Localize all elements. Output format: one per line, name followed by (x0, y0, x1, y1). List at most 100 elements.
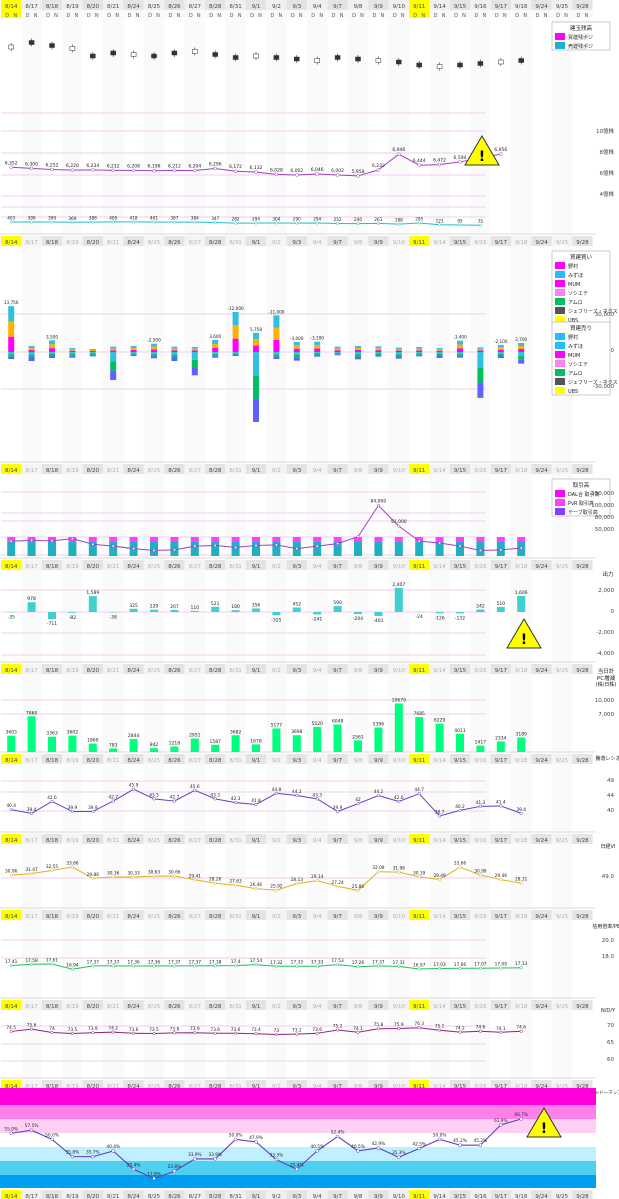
pc-bar (150, 748, 158, 752)
series-label: 76.3 (414, 1021, 424, 1027)
sell-position-label: 384 (191, 216, 199, 221)
series-label: 40.2 (455, 804, 465, 810)
date-label: 8/19 (66, 1194, 79, 1199)
candle-body (49, 43, 55, 48)
broker-sell-bar (232, 353, 239, 355)
dn-cell (184, 10, 205, 18)
candle-body (273, 55, 280, 60)
series-label: 17.03 (433, 962, 446, 968)
date-label: 8/24 (127, 1004, 140, 1010)
date-label: 9/17 (495, 468, 508, 474)
date-label: 8/20 (87, 1194, 100, 1199)
broker-sell-bar (375, 353, 382, 356)
output-label: 180 (231, 604, 240, 610)
shadow-label: 33.9% (188, 1152, 202, 1158)
volume-bar-top (435, 537, 444, 542)
date-label: 8/24 (127, 914, 140, 920)
series-label: 16.97 (413, 962, 426, 968)
candle-body (477, 61, 484, 66)
date-label: 8/28 (209, 1004, 222, 1010)
legend-swatch (555, 262, 565, 269)
shadow-label: 33.9% (208, 1152, 222, 1158)
series-label: 17.53 (331, 958, 344, 964)
output-label: -132 (455, 615, 465, 621)
broker-buy-bar (334, 348, 341, 351)
date-label: 9/8 (354, 1194, 363, 1199)
date-label: 8/25 (148, 4, 161, 10)
date-label: 9/18 (515, 4, 528, 10)
broker-sell-bar (273, 352, 280, 355)
volume-bar (313, 542, 322, 556)
sell-position-point (9, 220, 13, 224)
legend-label: アムロ (568, 300, 583, 306)
series-label: 17.58 (25, 958, 38, 964)
date-label: 9/1 (252, 914, 261, 920)
volume-bar (27, 542, 36, 556)
candle-body (28, 40, 35, 45)
date-label: 9/10 (393, 4, 406, 10)
broker-buy-bar (28, 350, 35, 352)
date-label: 8/26 (168, 758, 181, 764)
volume-bar (456, 542, 464, 556)
series-label: 25.86 (352, 884, 365, 890)
day-label: D (209, 13, 213, 19)
date-label: 8/21 (107, 4, 119, 10)
output-bar (292, 607, 301, 612)
date-label: 9/17 (495, 1004, 508, 1010)
broker-sell-bar (477, 352, 484, 368)
date-label: 9/3 (292, 564, 301, 570)
dn-cell (449, 10, 471, 18)
date-label: 8/14 (5, 668, 18, 674)
series-label: 17.37 (189, 959, 202, 965)
day-label: D (291, 13, 295, 19)
date-label: 9/28 (576, 668, 589, 674)
date-label: 9/17 (495, 758, 508, 764)
broker-sell-bar (49, 352, 55, 354)
date-label: 9/2 (272, 4, 281, 10)
broker-buy-label: 5,758 (250, 327, 262, 332)
date-label: 9/3 (292, 668, 301, 674)
output-bar (88, 596, 97, 612)
buy-position-label: 6,946 (392, 147, 405, 153)
series-label: 30.36 (107, 870, 120, 876)
series-label: 40.4 (6, 803, 16, 809)
series-label: 39.4 (516, 807, 526, 813)
dn-cell (307, 10, 328, 18)
output-label: 590 (333, 600, 342, 606)
series-label: 33.66 (66, 861, 79, 867)
market-dashboard-chart: 8/14 8/17 8/18 8/19 8/20 8/21 8/24 8/25 8/26 8/27… (0, 0, 619, 1199)
shadow-label: 33.3% (270, 1153, 284, 1159)
pc-bar (435, 723, 444, 752)
volume-bar (7, 542, 16, 556)
date-label: 9/7 (333, 4, 342, 10)
broker-sell-bar (457, 353, 463, 356)
date-label: 9/11 (413, 914, 425, 920)
legend-swatch (555, 508, 565, 515)
shadow-label: 42.5% (412, 1141, 426, 1147)
date-label: 9/2 (272, 1194, 281, 1199)
legend-title: 建玉残高 (570, 24, 593, 32)
right-tick: 4億株 (600, 190, 615, 198)
sell-position-point (356, 222, 360, 226)
pc-bar (211, 744, 220, 752)
series-label: 73.4 (251, 1027, 261, 1033)
broker-sell-bar (497, 356, 504, 358)
shadow-label: 42.9% (372, 1141, 386, 1147)
date-label: 9/11 (413, 668, 425, 674)
date-label: 8/14 (5, 914, 18, 920)
date-label: 9/24 (535, 668, 548, 674)
broker-sell-bar (69, 353, 76, 356)
date-label: 9/28 (576, 564, 589, 570)
date-label: 9/1 (252, 1194, 261, 1199)
output-label: -126 (434, 615, 444, 621)
dn-cell (205, 10, 226, 18)
dn-cell (347, 10, 369, 18)
volume-point (152, 549, 156, 552)
broker-sell-bar (110, 352, 117, 362)
legend-label: 野村 (568, 334, 578, 341)
night-label: N (54, 13, 58, 19)
date-label: 9/8 (354, 4, 363, 10)
sell-position-point (91, 220, 95, 224)
pc-label: 1678 (250, 738, 262, 744)
broker-buy-bar (518, 349, 525, 352)
